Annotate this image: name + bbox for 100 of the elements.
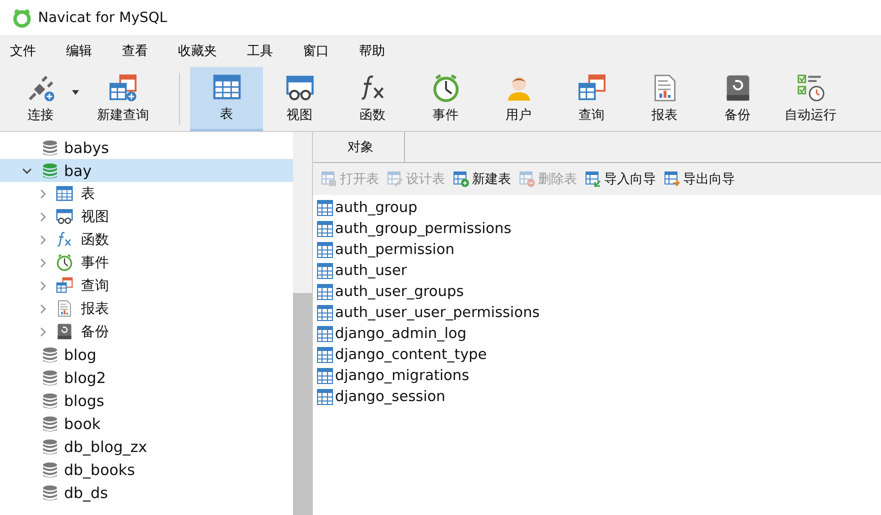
toolbar-button[interactable]: 导入向导 [585, 170, 656, 188]
toolbar-button[interactable]: 导出向导 [664, 170, 735, 188]
database-icon [42, 370, 58, 386]
table-glasses-icon [286, 74, 314, 102]
toolbar-button[interactable]: 函数 [336, 67, 409, 131]
tree-item[interactable]: book [0, 412, 293, 435]
tree-item-label: 函数 [81, 230, 109, 248]
toolbar-button[interactable]: 备份 [701, 67, 774, 131]
plug-icon [26, 74, 54, 102]
table-action-icon [519, 171, 535, 187]
tree-item-label: 备份 [81, 322, 109, 340]
new-query-icon [109, 74, 137, 102]
table-action-icon [585, 171, 601, 187]
menu-item[interactable]: 文件 [10, 40, 36, 62]
table-list-item[interactable]: auth_user_user_permissions [317, 302, 540, 323]
tree-item[interactable]: 函数 [0, 228, 293, 251]
tree-item[interactable]: db_ds [0, 481, 293, 504]
tree-item-label: 表 [81, 184, 95, 202]
checklist-clock-icon [796, 74, 824, 102]
clock-icon [56, 254, 73, 271]
menu-item[interactable]: 编辑 [66, 40, 92, 62]
menu-item[interactable]: 帮助 [359, 40, 385, 62]
toolbar-button[interactable]: 查询 [555, 67, 628, 131]
table-glasses-icon [56, 208, 73, 225]
tree-item[interactable]: db_blog_zx [0, 435, 293, 458]
toolbar-button[interactable]: 连接 [4, 67, 77, 131]
table-list-item[interactable]: django_content_type [317, 344, 487, 365]
table-list-item[interactable]: django_migrations [317, 365, 470, 386]
report-icon [56, 300, 73, 317]
database-name: bay [64, 162, 92, 180]
tree-item[interactable]: 表 [0, 182, 293, 205]
database-icon [42, 416, 58, 432]
tree-item[interactable]: babys [0, 136, 293, 159]
tree-item[interactable]: 事件 [0, 251, 293, 274]
database-name: blogs [64, 392, 104, 410]
chevron-icon[interactable] [22, 166, 32, 176]
table-icon [317, 242, 333, 258]
menu-item[interactable]: 窗口 [303, 40, 329, 62]
toolbar-button[interactable]: 新建查询 [77, 67, 169, 131]
table-icon [212, 73, 240, 101]
table-icon [317, 326, 333, 342]
toolbar-button[interactable]: 视图 [263, 67, 336, 131]
table-icon [317, 200, 333, 216]
tree-item-label: 事件 [81, 254, 109, 272]
table-list-item[interactable]: auth_group [317, 197, 418, 218]
table-icon [56, 185, 73, 202]
database-name: babys [64, 138, 109, 156]
table-list-item[interactable]: django_admin_log [317, 323, 466, 344]
caret-icon[interactable] [72, 90, 78, 95]
table-list-item[interactable]: auth_user [317, 260, 407, 281]
table-action-icon [664, 171, 680, 187]
table-list-item[interactable]: django_session [317, 386, 446, 407]
database-icon [42, 484, 58, 500]
table-list-item[interactable]: auth_permission [317, 239, 454, 260]
toolbar-button[interactable]: 用户 [482, 67, 555, 131]
tree-item[interactable]: 报表 [0, 297, 293, 320]
tree-item[interactable]: blog2 [0, 366, 293, 389]
menu-item[interactable]: 查看 [122, 40, 148, 62]
database-name: db_blog_zx [64, 438, 148, 456]
app-logo-icon [12, 8, 32, 28]
backup-icon [56, 323, 73, 340]
database-name: db_books [64, 460, 135, 478]
function-icon [358, 74, 386, 102]
toolbar-button[interactable]: 表 [190, 67, 263, 131]
database-name: blog [64, 346, 96, 364]
database-name: blog2 [64, 368, 106, 386]
table-action-icon [453, 171, 469, 187]
database-icon [42, 392, 58, 408]
table-action-icon [387, 171, 403, 187]
scrollbar[interactable] [293, 132, 312, 515]
query-icon [578, 74, 606, 102]
table-list-item[interactable]: auth_user_groups [317, 281, 464, 302]
database-name: book [64, 414, 101, 432]
tree-item-label: 报表 [81, 300, 109, 318]
tree-item[interactable]: db_books [0, 458, 293, 481]
menu-item[interactable]: 工具 [247, 40, 273, 62]
tree-item[interactable]: 视图 [0, 205, 293, 228]
toolbar-button[interactable]: 事件 [409, 67, 482, 131]
menu-item[interactable]: 收藏夹 [178, 40, 217, 62]
table-icon [317, 284, 333, 300]
clock-icon [432, 74, 460, 102]
table-list-item[interactable]: auth_group_permissions [317, 218, 512, 239]
tree-item[interactable]: 备份 [0, 320, 293, 343]
toolbar-button[interactable]: 自动运行 [774, 67, 847, 131]
tree-item[interactable]: blogs [0, 389, 293, 412]
scrollbar-thumb[interactable] [293, 293, 312, 515]
toolbar-button[interactable]: 报表 [628, 67, 701, 131]
tree-item[interactable]: bay [0, 159, 293, 182]
function-icon [56, 231, 73, 248]
toolbar-button[interactable]: 新建表 [453, 170, 511, 188]
tree-item[interactable]: 查询 [0, 274, 293, 297]
database-icon [42, 346, 58, 362]
database-name: db_ds [64, 484, 108, 502]
table-icon [317, 220, 333, 236]
table-icon [317, 346, 333, 362]
tree-item-label: 视图 [81, 208, 109, 226]
tree-item-label: 查询 [81, 276, 109, 294]
table-action-icon [321, 171, 337, 187]
tree-item[interactable]: blog [0, 343, 293, 366]
query-icon [56, 277, 73, 294]
